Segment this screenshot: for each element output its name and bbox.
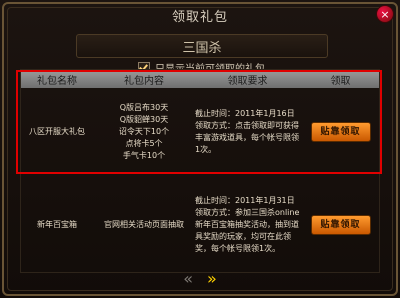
gift-name: 新年百宝箱	[37, 220, 77, 229]
chevron-right-icon: »	[207, 268, 217, 288]
requirements-text: 截止时间：2011年1月31日 领取方式：参加三国杀online新年百宝箱抽奖活…	[195, 196, 300, 253]
gift-requirements: 截止时间：2011年1月31日 领取方式：参加三国杀online新年百宝箱抽奖活…	[195, 176, 300, 274]
window-title: 领取礼包	[171, 10, 228, 25]
claim-button[interactable]: 贴靠领取	[310, 122, 371, 142]
header-claim: 领取	[330, 75, 351, 87]
gift-content-item: 点将卡5个	[125, 139, 163, 148]
header-requirements: 领取要求	[227, 75, 268, 87]
requirements-text: 截止时间：2011年1月16日 领取方式：点击领取即可获得丰富游戏道具，每个帐号…	[195, 109, 299, 154]
pagination: « »	[0, 268, 400, 288]
close-icon: ×	[380, 7, 390, 21]
claim-cell: 贴靠领取	[300, 88, 381, 176]
table-row: 八区开服大礼包 Q版吕布30天 Q版貂蝉30天 诏令天下10个 点将卡5个 手气…	[21, 88, 379, 176]
game-title-bar: 三国杀	[76, 34, 328, 58]
table-header: 礼包名称 礼包内容 领取要求 领取	[21, 70, 379, 88]
gift-table: 礼包名称 礼包内容 领取要求 领取 八区开服大礼包 Q版吕布30天 Q版貂蝉30…	[20, 69, 380, 273]
table-row: 新年百宝箱 官网相关活动页面抽取 截止时间：2011年1月31日 领取方式：参加…	[21, 176, 379, 274]
game-title: 三国杀	[182, 40, 222, 56]
chevron-left-icon: «	[183, 268, 193, 288]
gift-content-item: Q版吕布30天	[119, 103, 169, 112]
gift-content-item: Q版貂蝉30天	[119, 115, 169, 124]
previous-page-button[interactable]: «	[183, 269, 193, 288]
claim-cell: 贴靠领取	[300, 176, 381, 274]
gift-content-item: 手气卡10个	[122, 151, 166, 160]
next-page-button[interactable]: »	[207, 269, 217, 288]
claim-button[interactable]: 贴靠领取	[310, 215, 371, 235]
gift-contents: Q版吕布30天 Q版貂蝉30天 诏令天下10个 点将卡5个 手气卡10个	[93, 88, 195, 176]
gift-contents-list: Q版吕布30天 Q版貂蝉30天 诏令天下10个 点将卡5个 手气卡10个	[119, 102, 169, 162]
header-name: 礼包名称	[37, 75, 77, 87]
gift-contents-list: 官网相关活动页面抽取	[104, 219, 184, 231]
gift-requirements: 截止时间：2011年1月16日 领取方式：点击领取即可获得丰富游戏道具，每个帐号…	[195, 88, 300, 176]
gift-contents: 官网相关活动页面抽取	[93, 176, 195, 274]
gift-name: 八区开服大礼包	[29, 127, 85, 136]
close-button[interactable]: ×	[376, 5, 394, 23]
header-contents: 礼包内容	[124, 75, 164, 87]
gift-content-item: 诏令天下10个	[118, 127, 170, 136]
gift-pack-window: 领取礼包 × 三国杀 只显示当前可领取的礼包 礼包名称 礼包内容 领取要求 领取…	[0, 0, 400, 298]
gift-content-item: 官网相关活动页面抽取	[104, 220, 184, 229]
